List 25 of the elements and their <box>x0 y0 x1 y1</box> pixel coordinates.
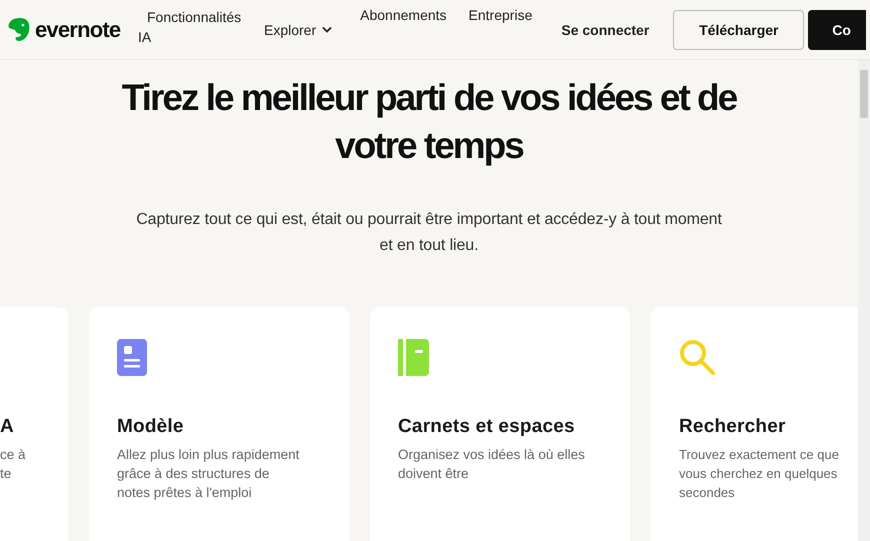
signup-button[interactable]: Co <box>808 10 866 50</box>
search-icon <box>679 339 716 376</box>
feature-description: Allez plus loin plus rapidement grâce à des structures de notes prêtes à l'emploi <box>117 446 300 502</box>
feature-title: Rechercher <box>679 416 787 438</box>
download-button[interactable]: Télécharger <box>673 10 804 50</box>
document-icon <box>117 339 147 376</box>
nav-dropdown[interactable]: Explorer <box>264 22 332 38</box>
nav-link[interactable]: Fonctionnalités IA <box>138 0 250 47</box>
hero-subtitle: Capturez tout ce qui est, était ou pourrait être important et accédez-y à tout moment et en tout lieu. <box>135 210 723 256</box>
feature-description: Trouvez exactement ce que vous cherchez en quelques secondes <box>679 446 840 502</box>
nav-link[interactable]: Abonnements <box>360 0 447 23</box>
feature-title: A <box>0 416 15 438</box>
feature-title: Modèle <box>117 416 185 438</box>
feature-title: Carnets et espaces <box>398 416 576 438</box>
chevron-down-icon <box>322 26 332 33</box>
feature-description: ce à te <box>0 446 27 483</box>
nav-link[interactable]: Entreprise <box>468 0 532 23</box>
scrollbar[interactable] <box>858 60 870 541</box>
feature-description: Organisez vos idées là où elles doivent être <box>398 446 586 483</box>
scrollbar-thumb[interactable] <box>860 70 868 118</box>
hero-title: Tirez le meilleur parti de vos idées et de votre temps <box>120 76 738 168</box>
login-link[interactable]: Se connecter <box>561 22 650 38</box>
logo-wordmark[interactable]: evernote <box>35 16 120 42</box>
elephant-logo-icon[interactable] <box>7 16 31 42</box>
notebook-icon <box>398 339 429 376</box>
